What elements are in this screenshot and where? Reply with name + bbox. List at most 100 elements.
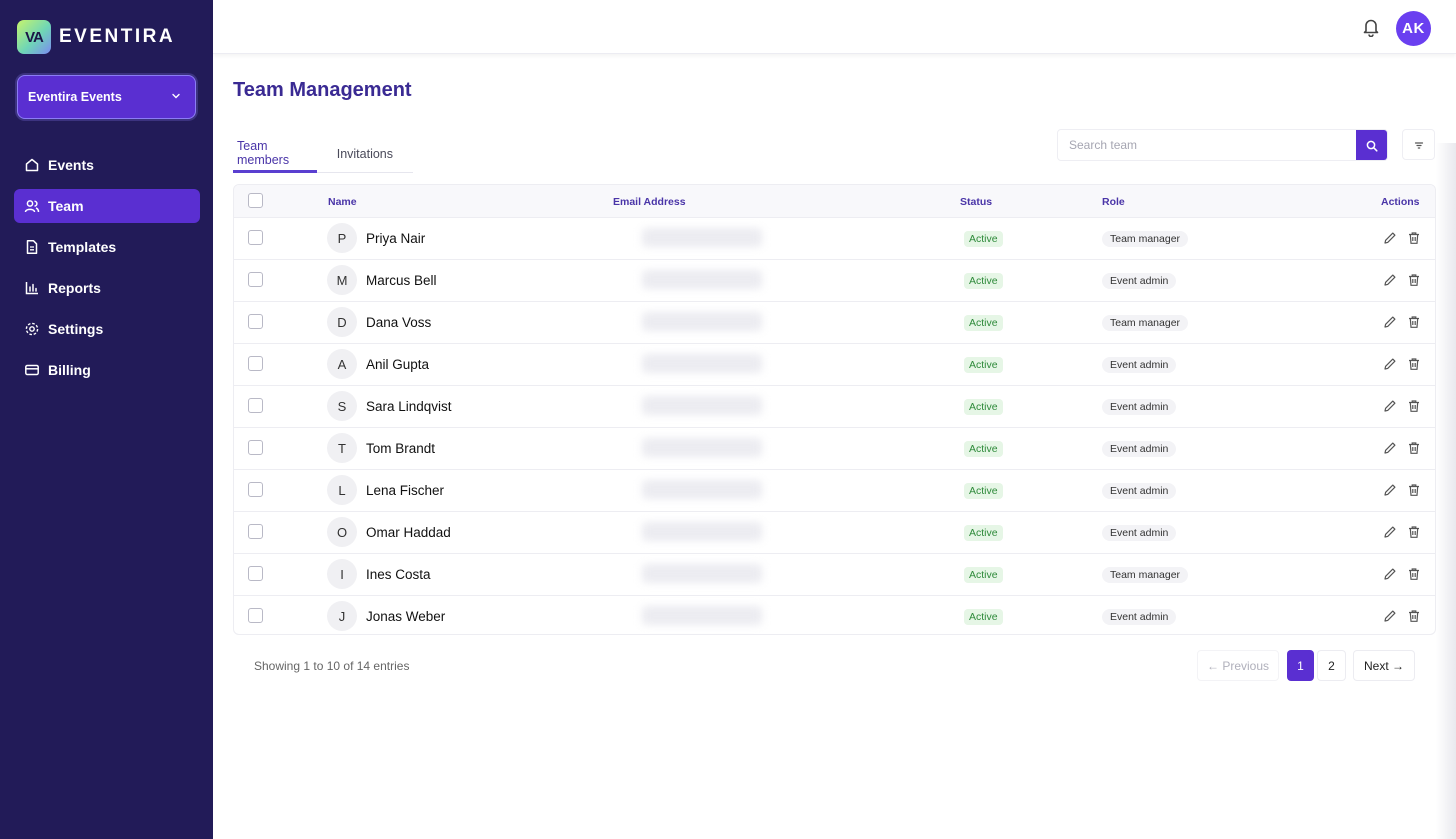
status-badge: Active [964, 567, 1003, 583]
brand-name: EVENTIRA [59, 26, 176, 47]
table-row: T Tom Brandt Active Event admin [234, 428, 1435, 470]
member-avatar: I [327, 559, 357, 589]
edit-icon[interactable] [1383, 315, 1397, 329]
chevron-down-icon [171, 91, 181, 104]
trash-icon[interactable] [1407, 609, 1421, 623]
member-avatar: S [327, 391, 357, 421]
user-avatar[interactable]: AK [1396, 11, 1431, 46]
page-1-button[interactable]: 1 [1287, 650, 1314, 681]
previous-page-button[interactable]: ← Previous [1197, 650, 1279, 681]
role-badge: Team manager [1102, 315, 1189, 331]
email-redacted [642, 228, 762, 247]
sidebar-item-events[interactable]: Events [14, 148, 200, 182]
sidebar-item-team[interactable]: Team [14, 189, 200, 223]
workspace-selector[interactable]: Eventira Events [17, 75, 196, 119]
column-name[interactable]: Name [328, 196, 357, 208]
filter-button[interactable] [1402, 129, 1435, 160]
page-title: Team Management [233, 79, 412, 101]
status-badge: Active [964, 483, 1003, 499]
edit-icon[interactable] [1383, 273, 1397, 287]
select-all-checkbox[interactable] [248, 193, 263, 208]
email-redacted [642, 354, 762, 373]
sidebar-item-label: Templates [48, 239, 117, 255]
scroll-shadow [1436, 143, 1456, 839]
users-icon [24, 198, 40, 214]
sidebar-item-reports[interactable]: Reports [14, 271, 200, 305]
search-button[interactable] [1356, 130, 1387, 160]
tab-bar: Team members Invitations [233, 135, 413, 173]
sidebar-item-label: Billing [48, 362, 91, 378]
email-redacted [642, 312, 762, 331]
table-row: M Marcus Bell Active Event admin [234, 260, 1435, 302]
tab-team-members[interactable]: Team members [233, 135, 317, 173]
page-2-button[interactable]: 2 [1317, 650, 1346, 681]
row-checkbox[interactable] [248, 482, 263, 497]
trash-icon[interactable] [1407, 231, 1421, 245]
status-badge: Active [964, 357, 1003, 373]
pagination-summary: Showing 1 to 10 of 14 entries [254, 659, 410, 673]
brand[interactable]: VA EVENTIRA [17, 20, 175, 54]
member-name: Omar Haddad [366, 525, 451, 540]
table-row: A Anil Gupta Active Event admin [234, 344, 1435, 386]
trash-icon[interactable] [1407, 273, 1421, 287]
row-checkbox[interactable] [248, 272, 263, 287]
trash-icon[interactable] [1407, 567, 1421, 581]
tab-invitations[interactable]: Invitations [333, 135, 397, 173]
column-role[interactable]: Role [1102, 196, 1125, 208]
role-badge: Event admin [1102, 357, 1177, 373]
row-checkbox[interactable] [248, 398, 263, 413]
trash-icon[interactable] [1407, 483, 1421, 497]
table-row: D Dana Voss Active Team manager [234, 302, 1435, 344]
table-row: L Lena Fischer Active Event admin [234, 470, 1435, 512]
status-badge: Active [964, 399, 1003, 415]
edit-icon[interactable] [1383, 399, 1397, 413]
row-checkbox[interactable] [248, 230, 263, 245]
search-icon [1366, 140, 1378, 152]
table-header: Name Email Address Status Role Actions [234, 185, 1435, 218]
trash-icon[interactable] [1407, 441, 1421, 455]
member-avatar: O [327, 517, 357, 547]
bell-icon[interactable] [1362, 17, 1380, 38]
sidebar-item-label: Team [48, 198, 84, 214]
sidebar-item-templates[interactable]: Templates [14, 230, 200, 264]
next-page-button[interactable]: Next → [1353, 650, 1415, 681]
top-bar: AK [213, 0, 1456, 54]
edit-icon[interactable] [1383, 609, 1397, 623]
sidebar-item-billing[interactable]: Billing [14, 353, 200, 387]
sidebar-nav: Events Team Templates Reports Settings B… [14, 148, 200, 394]
member-avatar: D [327, 307, 357, 337]
sidebar: VA EVENTIRA Eventira Events Events Team … [0, 0, 213, 839]
edit-icon[interactable] [1383, 483, 1397, 497]
trash-icon[interactable] [1407, 525, 1421, 539]
trash-icon[interactable] [1407, 357, 1421, 371]
search-box [1057, 129, 1388, 161]
status-badge: Active [964, 609, 1003, 625]
email-redacted [642, 396, 762, 415]
row-checkbox[interactable] [248, 356, 263, 371]
status-badge: Active [964, 525, 1003, 541]
edit-icon[interactable] [1383, 231, 1397, 245]
sidebar-item-settings[interactable]: Settings [14, 312, 200, 346]
row-checkbox[interactable] [248, 314, 263, 329]
member-name: Anil Gupta [366, 357, 430, 372]
sidebar-item-label: Reports [48, 280, 101, 296]
column-status[interactable]: Status [960, 196, 992, 208]
column-email[interactable]: Email Address [613, 196, 686, 208]
role-badge: Event admin [1102, 483, 1177, 499]
edit-icon[interactable] [1383, 357, 1397, 371]
member-name: Jonas Weber [366, 609, 446, 624]
member-name: Dana Voss [366, 315, 432, 330]
role-badge: Team manager [1102, 231, 1189, 247]
search-input[interactable] [1058, 130, 1356, 160]
row-checkbox[interactable] [248, 566, 263, 581]
edit-icon[interactable] [1383, 525, 1397, 539]
row-checkbox[interactable] [248, 440, 263, 455]
trash-icon[interactable] [1407, 399, 1421, 413]
edit-icon[interactable] [1383, 441, 1397, 455]
table-row: I Ines Costa Active Team manager [234, 554, 1435, 596]
edit-icon[interactable] [1383, 567, 1397, 581]
row-checkbox[interactable] [248, 524, 263, 539]
trash-icon[interactable] [1407, 315, 1421, 329]
row-checkbox[interactable] [248, 608, 263, 623]
sidebar-item-label: Events [48, 157, 94, 173]
